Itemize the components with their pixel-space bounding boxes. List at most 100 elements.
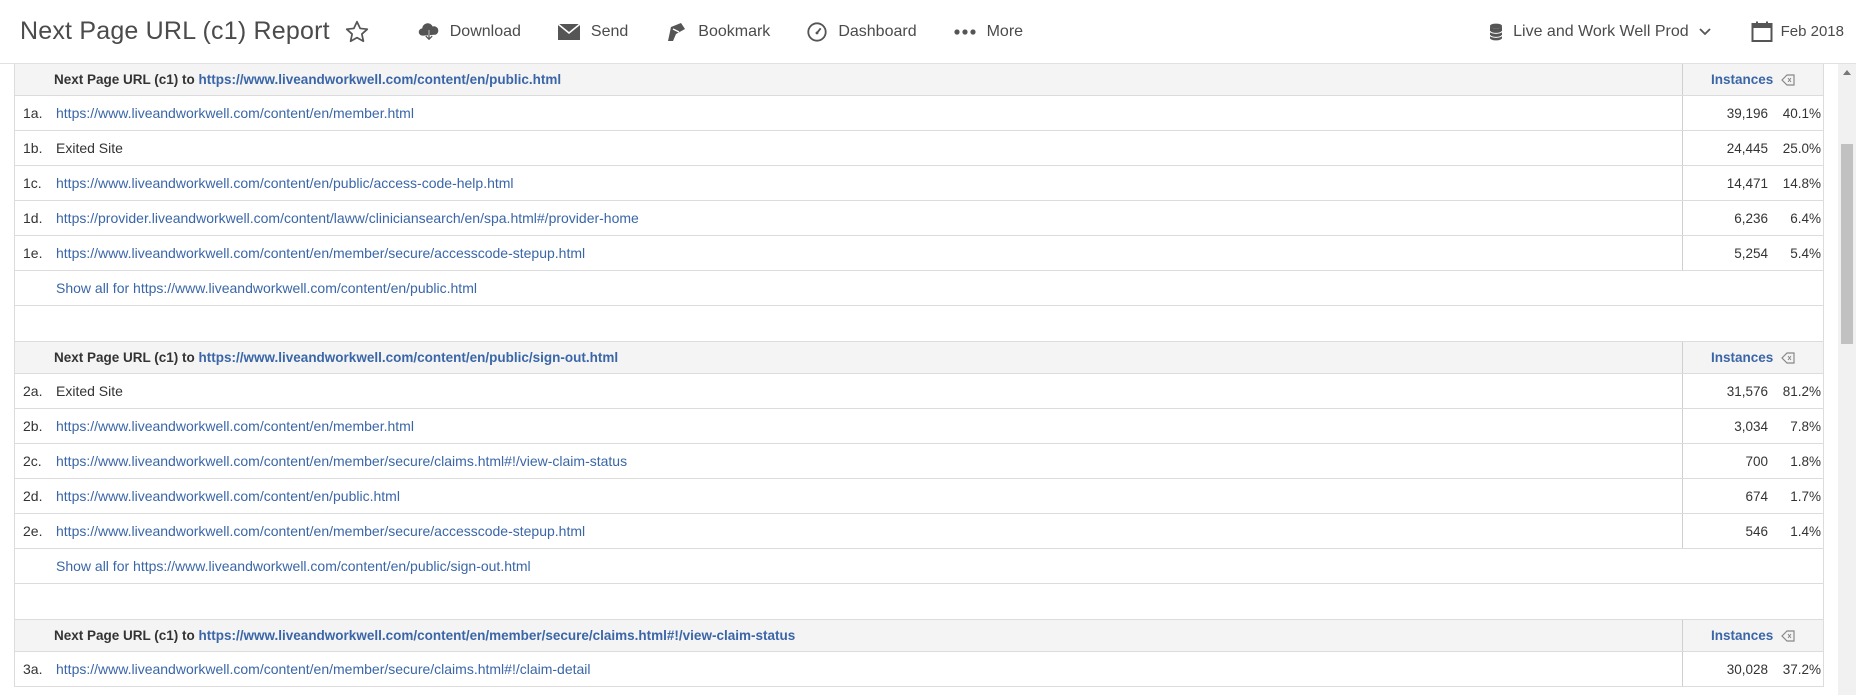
section-header: Next Page URL (c1) to https://www.livean…: [14, 620, 1824, 652]
table-row: 2e. https://www.liveandworkwell.com/cont…: [14, 514, 1824, 549]
instances-percent: 14.8%: [1782, 175, 1821, 191]
instances-count: 3,034: [1734, 418, 1768, 434]
section-header: Next Page URL (c1) to https://www.livean…: [14, 64, 1824, 96]
instances-percent: 81.2%: [1782, 383, 1821, 399]
row-label: Exited Site: [56, 383, 123, 399]
sort-icon[interactable]: [1781, 629, 1795, 642]
scroll-up-arrow-icon[interactable]: [1843, 70, 1851, 75]
report-table: Next Page URL (c1) to https://www.livean…: [14, 64, 1824, 687]
row-url-link[interactable]: https://www.liveandworkwell.com/content/…: [56, 523, 585, 539]
instances-count: 546: [1745, 523, 1768, 539]
section-title: Next Page URL (c1) to https://www.livean…: [54, 350, 618, 365]
report-header: Next Page URL (c1) Report Download Send …: [0, 0, 1856, 64]
cloud-download-icon: [418, 22, 439, 41]
section-url-link[interactable]: https://www.liveandworkwell.com/content/…: [199, 350, 619, 365]
section-url-link[interactable]: https://www.liveandworkwell.com/content/…: [199, 628, 796, 643]
more-dots-icon: [953, 28, 976, 35]
send-button[interactable]: Send: [557, 23, 628, 41]
row-url-link[interactable]: https://www.liveandworkwell.com/content/…: [56, 418, 414, 434]
show-all-row: Show all for https://www.liveandworkwell…: [14, 549, 1824, 584]
instances-count: 14,471: [1726, 175, 1768, 191]
row-label: Exited Site: [56, 140, 123, 156]
row-url-link[interactable]: https://provider.liveandworkwell.com/con…: [56, 210, 639, 226]
download-label: Download: [449, 22, 521, 40]
instances-percent: 6.4%: [1790, 210, 1821, 226]
instances-column-header[interactable]: Instances: [1711, 72, 1773, 87]
instances-column-header[interactable]: Instances: [1711, 350, 1773, 365]
section-title: Next Page URL (c1) to https://www.livean…: [54, 72, 561, 87]
database-icon: [1489, 23, 1503, 40]
instances-count: 5,254: [1734, 245, 1768, 261]
page-title: Next Page URL (c1) Report: [20, 17, 330, 45]
instances-percent: 1.7%: [1790, 488, 1821, 504]
date-range-selector[interactable]: Feb 2018: [1751, 21, 1844, 43]
table-row: 3a. https://www.liveandworkwell.com/cont…: [14, 652, 1824, 687]
vertical-scrollbar[interactable]: [1838, 64, 1856, 695]
row-url-link[interactable]: https://www.liveandworkwell.com/content/…: [56, 488, 400, 504]
row-number: 2d.: [23, 488, 43, 504]
bookmark-label: Bookmark: [698, 22, 771, 40]
row-number: 1e.: [23, 245, 43, 261]
report-toolbar: Download Send Bookmark Dashboard More: [418, 21, 1059, 43]
row-url-link[interactable]: https://www.liveandworkwell.com/content/…: [56, 661, 591, 677]
row-url-link[interactable]: https://www.liveandworkwell.com/content/…: [56, 105, 414, 121]
row-number: 3a.: [23, 661, 43, 677]
report-suite-selector[interactable]: Live and Work Well Prod: [1489, 23, 1720, 41]
row-url-link[interactable]: https://www.liveandworkwell.com/content/…: [56, 453, 627, 469]
report-suite-label: Live and Work Well Prod: [1513, 22, 1689, 40]
scrollbar-thumb[interactable]: [1841, 144, 1853, 344]
more-button[interactable]: More: [953, 23, 1023, 41]
more-label: More: [986, 22, 1024, 40]
table-row: 1e. https://www.liveandworkwell.com/cont…: [14, 236, 1824, 271]
table-row: 1d. https://provider.liveandworkwell.com…: [14, 201, 1824, 236]
show-all-link[interactable]: Show all for https://www.liveandworkwell…: [56, 558, 531, 574]
send-label: Send: [590, 22, 629, 40]
section-title-prefix: Next Page URL (c1) to: [54, 72, 195, 87]
chevron-down-icon: [1698, 27, 1711, 35]
section-url-link[interactable]: https://www.liveandworkwell.com/content/…: [199, 72, 562, 87]
bookmark-button[interactable]: Bookmark: [664, 21, 770, 43]
bookmark-icon: [668, 22, 686, 41]
section-title-prefix: Next Page URL (c1) to: [54, 350, 195, 365]
favorite-star-icon[interactable]: [344, 19, 370, 45]
show-all-link[interactable]: Show all for https://www.liveandworkwell…: [56, 280, 477, 296]
table-row: 2b. https://www.liveandworkwell.com/cont…: [14, 409, 1824, 444]
instances-count: 674: [1745, 488, 1768, 504]
calendar-icon: [1751, 21, 1773, 42]
download-button[interactable]: Download: [418, 22, 521, 42]
sort-icon[interactable]: [1781, 351, 1795, 364]
section-spacer: [14, 306, 1824, 342]
row-number: 2c.: [23, 453, 42, 469]
instances-column-header[interactable]: Instances: [1711, 628, 1773, 643]
instances-count: 39,196: [1726, 105, 1768, 121]
sort-icon[interactable]: [1781, 73, 1795, 86]
row-number: 2e.: [23, 523, 43, 539]
row-number: 2a.: [23, 383, 43, 399]
section-title-prefix: Next Page URL (c1) to: [54, 628, 195, 643]
instances-percent: 37.2%: [1782, 661, 1821, 677]
instances-percent: 7.8%: [1790, 418, 1821, 434]
table-row: 2a. Exited Site 31,576 81.2%: [14, 374, 1824, 409]
section-header: Next Page URL (c1) to https://www.livean…: [14, 342, 1824, 374]
table-row: 1a. https://www.liveandworkwell.com/cont…: [14, 96, 1824, 131]
date-range-label: Feb 2018: [1780, 23, 1844, 40]
gauge-icon: [807, 21, 827, 42]
instances-percent: 40.1%: [1782, 105, 1821, 121]
instances-count: 700: [1745, 453, 1768, 469]
show-all-row: Show all for https://www.liveandworkwell…: [14, 271, 1824, 306]
instances-count: 24,445: [1726, 140, 1768, 156]
row-number: 1b.: [23, 140, 43, 156]
row-number: 2b.: [23, 418, 43, 434]
row-url-link[interactable]: https://www.liveandworkwell.com/content/…: [56, 245, 585, 261]
row-url-link[interactable]: https://www.liveandworkwell.com/content/…: [56, 175, 514, 191]
table-row: 1c. https://www.liveandworkwell.com/cont…: [14, 166, 1824, 201]
section-spacer: [14, 584, 1824, 620]
envelope-icon: [557, 22, 581, 40]
instances-percent: 1.8%: [1790, 453, 1821, 469]
section-title: Next Page URL (c1) to https://www.livean…: [54, 628, 795, 643]
row-number: 1c.: [23, 175, 42, 191]
row-number: 1a.: [23, 105, 43, 121]
dashboard-button[interactable]: Dashboard: [806, 21, 917, 43]
instances-percent: 5.4%: [1790, 245, 1821, 261]
table-row: 1b. Exited Site 24,445 25.0%: [14, 131, 1824, 166]
